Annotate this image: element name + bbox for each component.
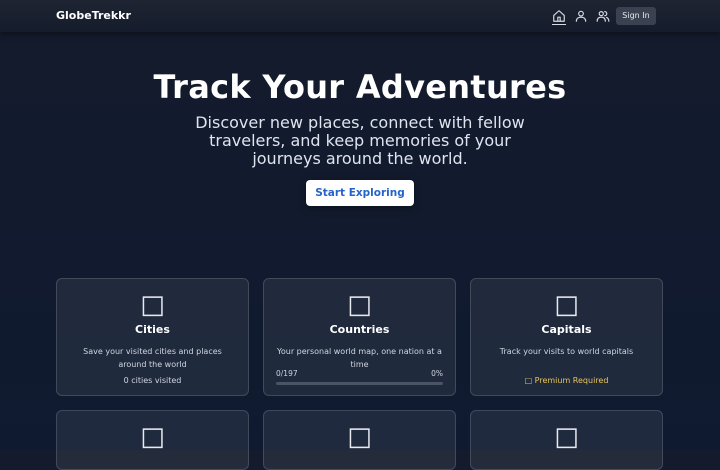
user-icon[interactable] <box>574 9 588 23</box>
card-row2-2[interactable]: □ <box>263 410 456 470</box>
card-capitals[interactable]: □ Capitals Track your visits to world ca… <box>470 278 663 396</box>
home-icon[interactable] <box>552 9 566 25</box>
card-row2-1[interactable]: □ <box>56 410 249 470</box>
start-exploring-button[interactable]: Start Exploring <box>306 180 414 206</box>
brand-logo[interactable]: GlobeTrekkr <box>56 9 131 22</box>
users-icon[interactable] <box>596 9 610 23</box>
card-description: Save your visited cities and places arou… <box>83 347 222 369</box>
countries-icon: □ <box>347 290 372 320</box>
premium-required-badge: □ Premium Required <box>524 376 609 385</box>
card-icon: □ <box>554 422 579 452</box>
countries-progress-percent: 0% <box>431 369 443 378</box>
top-navbar: GlobeTrekkr Sign In <box>0 0 720 32</box>
cities-icon: □ <box>140 290 165 320</box>
card-title: Countries <box>329 323 390 336</box>
hero-subtitle: Discover new places, connect with fellow… <box>195 113 525 168</box>
card-row2-3[interactable]: □ <box>470 410 663 470</box>
card-title: Capitals <box>541 323 592 336</box>
card-countries[interactable]: □ Countries Your personal world map, one… <box>263 278 456 396</box>
card-description: Your personal world map, one nation at a… <box>277 347 442 369</box>
cities-visited-count: 0 cities visited <box>123 376 182 385</box>
hero-title: Track Your Adventures <box>153 68 567 106</box>
countries-progress-count: 0/197 <box>276 369 298 378</box>
card-cities[interactable]: □ Cities Save your visited cities and pl… <box>56 278 249 396</box>
card-icon: □ <box>140 422 165 452</box>
sign-in-button[interactable]: Sign In <box>616 7 656 25</box>
card-description: Track your visits to world capitals <box>499 347 634 356</box>
card-icon: □ <box>347 422 372 452</box>
capitals-icon: □ <box>554 290 579 320</box>
card-title: Cities <box>135 323 170 336</box>
countries-progress-bar <box>276 382 443 385</box>
